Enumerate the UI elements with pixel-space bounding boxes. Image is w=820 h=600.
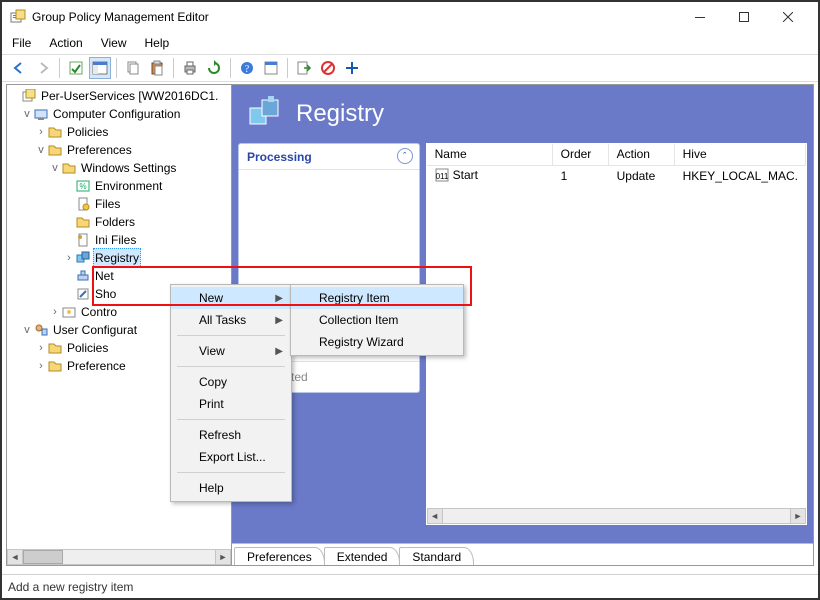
tree-root[interactable]: Per-UserServices [WW2016DC1.: [9, 87, 231, 105]
cell-name: 011Start: [427, 168, 553, 185]
paste-button[interactable]: [146, 57, 168, 79]
submenu-arrow-icon: ▶: [275, 293, 283, 304]
menu-registry-item[interactable]: Registry Item: [291, 287, 463, 309]
help-button[interactable]: ?: [236, 57, 258, 79]
menubar: File Action View Help: [2, 32, 818, 54]
submenu-arrow-icon: ▶: [275, 315, 283, 326]
menu-registry-wizard[interactable]: Registry Wizard: [291, 331, 463, 353]
tree-policies[interactable]: ›Policies: [9, 123, 231, 141]
menu-help[interactable]: Help: [143, 34, 172, 52]
menu-export-list[interactable]: Export List...: [171, 446, 291, 468]
cell-action: Update: [609, 169, 675, 183]
maximize-button[interactable]: [722, 3, 766, 31]
export-button[interactable]: [293, 57, 315, 79]
details-title: Registry: [296, 100, 384, 128]
cell-hive: HKEY_LOCAL_MAC.: [675, 169, 806, 183]
menu-new[interactable]: New▶: [171, 287, 291, 309]
col-action[interactable]: Action: [609, 144, 675, 165]
view-toggle-button[interactable]: [260, 57, 282, 79]
menu-context-help[interactable]: Help: [171, 477, 291, 499]
svg-text:?: ?: [245, 64, 250, 75]
pane-toggle-button[interactable]: [89, 57, 111, 79]
tree-windows-settings[interactable]: vWindows Settings: [9, 159, 231, 177]
status-bar: Add a new registry item: [2, 574, 818, 598]
stop-button[interactable]: [317, 57, 339, 79]
app-window: Group Policy Management Editor File Acti…: [0, 0, 820, 600]
minimize-button[interactable]: [678, 3, 722, 31]
list-header: Name Order Action Hive: [427, 144, 806, 166]
tree-files[interactable]: Files: [9, 195, 231, 213]
tree-network[interactable]: Net: [9, 267, 231, 285]
copy-button[interactable]: [122, 57, 144, 79]
menu-print[interactable]: Print: [171, 393, 291, 415]
scroll-left-button[interactable]: ◄: [427, 508, 443, 524]
window-title: Group Policy Management Editor: [32, 10, 209, 24]
menu-view[interactable]: View: [99, 34, 129, 52]
registry-icon: [248, 96, 284, 132]
cell-order: 1: [553, 169, 609, 183]
scroll-right-button[interactable]: ►: [790, 508, 806, 524]
col-hive[interactable]: Hive: [675, 144, 806, 165]
registry-item-icon: 011: [435, 168, 449, 182]
tree-ini-files[interactable]: Ini Files: [9, 231, 231, 249]
tree-folders[interactable]: Folders: [9, 213, 231, 231]
tab-preferences[interactable]: Preferences: [234, 547, 325, 566]
menu-file[interactable]: File: [10, 34, 33, 52]
tree-preferences[interactable]: vPreferences: [9, 141, 231, 159]
menu-refresh[interactable]: Refresh: [171, 424, 291, 446]
submenu-arrow-icon: ▶: [275, 346, 283, 357]
list-row[interactable]: 011Start 1 Update HKEY_LOCAL_MAC.: [427, 166, 806, 186]
list-horizontal-scrollbar[interactable]: ◄ ►: [427, 508, 806, 524]
tree-computer-configuration[interactable]: vComputer Configuration: [9, 105, 231, 123]
svg-text:%: %: [79, 182, 86, 191]
col-name[interactable]: Name: [427, 144, 553, 165]
processing-title: Processing: [247, 150, 312, 164]
forward-button[interactable]: [32, 57, 54, 79]
menu-view[interactable]: View▶: [171, 340, 291, 362]
results-list[interactable]: Name Order Action Hive 011Start 1 Update…: [426, 143, 807, 525]
menu-copy[interactable]: Copy: [171, 371, 291, 393]
close-button[interactable]: [766, 3, 810, 31]
menu-all-tasks[interactable]: All Tasks▶: [171, 309, 291, 331]
svg-text:011: 011: [435, 172, 448, 181]
scroll-left-button[interactable]: ◄: [7, 549, 23, 565]
tree-horizontal-scrollbar[interactable]: ◄ ►: [7, 549, 231, 565]
titlebar: Group Policy Management Editor: [2, 2, 818, 32]
add-button[interactable]: [341, 57, 363, 79]
app-icon: [10, 9, 26, 25]
status-text: Add a new registry item: [8, 580, 133, 594]
refresh-button[interactable]: [203, 57, 225, 79]
menu-action[interactable]: Action: [47, 34, 84, 52]
tab-extended[interactable]: Extended: [324, 547, 401, 566]
context-submenu-new[interactable]: Registry Item Collection Item Registry W…: [290, 284, 464, 356]
scroll-right-button[interactable]: ►: [215, 549, 231, 565]
collapse-icon[interactable]: ˆ: [397, 148, 413, 164]
print-button[interactable]: [179, 57, 201, 79]
context-menu[interactable]: New▶ All Tasks▶ View▶ Copy Print Refresh…: [170, 284, 292, 502]
menu-collection-item[interactable]: Collection Item: [291, 309, 463, 331]
tab-strip: Preferences Extended Standard: [232, 543, 813, 565]
col-order[interactable]: Order: [553, 144, 609, 165]
properties-button[interactable]: [65, 57, 87, 79]
toolbar: ?: [2, 54, 818, 82]
details-header: Registry: [232, 85, 813, 143]
tree-registry[interactable]: ›Registry: [9, 249, 231, 267]
tree-environment[interactable]: %Environment: [9, 177, 231, 195]
tab-standard[interactable]: Standard: [399, 547, 474, 566]
back-button[interactable]: [8, 57, 30, 79]
